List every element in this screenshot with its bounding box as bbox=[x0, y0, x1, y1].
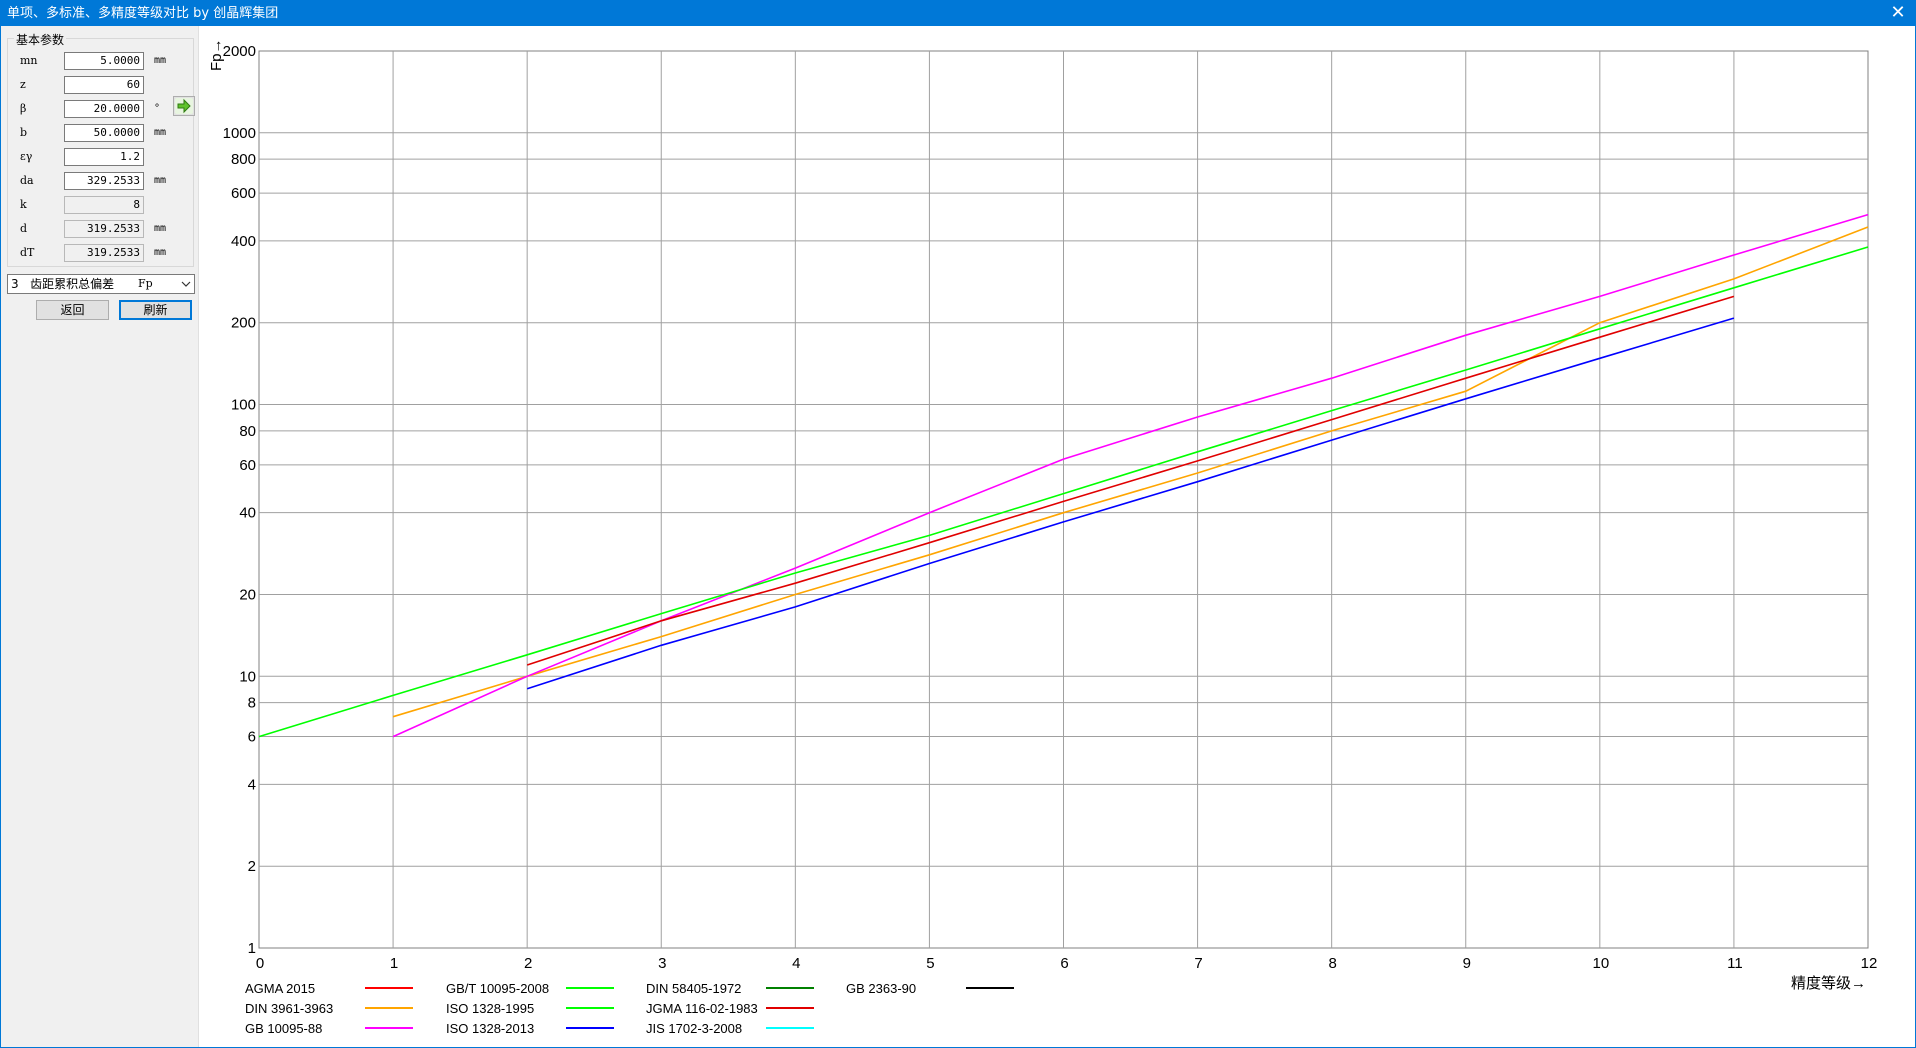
legend-label: GB/T 10095-2008 bbox=[446, 981, 549, 996]
back-button[interactable]: 返回 bbox=[36, 300, 109, 320]
y-tick-label: 80 bbox=[239, 423, 256, 440]
close-icon[interactable]: ✕ bbox=[1881, 1, 1915, 26]
x-tick-label: 2 bbox=[524, 955, 532, 972]
group-title: 基本参数 bbox=[14, 31, 67, 48]
param-input[interactable]: 50.0000 bbox=[64, 124, 144, 142]
param-input: 319.2533 bbox=[64, 220, 144, 238]
x-tick-label: 6 bbox=[1060, 955, 1068, 972]
param-input[interactable]: 5.0000 bbox=[64, 52, 144, 70]
param-label: b bbox=[20, 126, 28, 139]
y-tick-label: 60 bbox=[239, 457, 256, 474]
x-tick-label: 10 bbox=[1592, 955, 1609, 972]
window-title: 单项、多标准、多精度等级对比 by 创晶辉集团 bbox=[7, 6, 279, 21]
param-label: mn bbox=[20, 54, 38, 67]
param-label: εγ bbox=[20, 150, 33, 163]
deviation-select-label: 齿距累积总偏差 bbox=[30, 277, 115, 291]
refresh-button[interactable]: 刷新 bbox=[119, 300, 192, 320]
app-window: 单项、多标准、多精度等级对比 by 创晶辉集团 ✕ 基本参数 mn 5.0000 m… bbox=[0, 0, 1916, 1048]
param-row: z 60 bbox=[8, 76, 195, 96]
y-tick-label: 1000 bbox=[223, 125, 256, 142]
y-tick-label: 100 bbox=[231, 397, 256, 414]
legend-label: GB 10095-88 bbox=[245, 1021, 322, 1036]
x-tick-label: 11 bbox=[1727, 955, 1743, 972]
basic-params-group: 基本参数 mn 5.0000 mm z 60 β 20.0000 ° b 50.0000 mm εγ 1… bbox=[7, 31, 195, 267]
param-label: z bbox=[20, 78, 26, 91]
legend-label: DIN 58405-1972 bbox=[646, 981, 741, 996]
y-tick-label: 4 bbox=[248, 776, 256, 793]
y-axis-label: Fp→ bbox=[208, 38, 225, 71]
deviation-select-code: Fp bbox=[138, 277, 153, 290]
param-row: εγ 1.2 bbox=[8, 148, 195, 168]
x-tick-label: 12 bbox=[1861, 955, 1878, 972]
x-tick-label: 0 bbox=[256, 955, 264, 972]
param-row: k8 bbox=[8, 196, 195, 216]
legend-label: JIS 1702-3-2008 bbox=[646, 1021, 742, 1036]
legend-label: ISO 1328-2013 bbox=[446, 1021, 534, 1036]
legend-label: GB 2363-90 bbox=[846, 981, 916, 996]
y-tick-label: 2 bbox=[248, 858, 256, 875]
y-tick-label: 200 bbox=[231, 315, 256, 332]
y-tick-label: 20 bbox=[239, 586, 256, 603]
param-input[interactable]: 20.0000 bbox=[64, 100, 144, 118]
precision-chart: 0 1 2 3 4 5 6 7 8 9 10 11 12124681020406080100200400… bbox=[208, 38, 1878, 1036]
param-input: 319.2533 bbox=[64, 244, 144, 262]
y-tick-label: 10 bbox=[239, 668, 256, 685]
x-axis-label: 精度等级→ bbox=[1791, 974, 1866, 992]
param-unit: mm bbox=[154, 55, 167, 66]
y-tick-label: 2000 bbox=[223, 43, 256, 60]
legend-label: JGMA 116-02-1983 bbox=[646, 1001, 758, 1016]
x-tick-label: 3 bbox=[658, 955, 666, 972]
param-row: mn 5.0000 mm bbox=[8, 52, 195, 72]
param-row: β 20.0000 ° bbox=[8, 100, 195, 120]
y-tick-label: 40 bbox=[239, 505, 256, 522]
y-tick-label: 8 bbox=[248, 695, 256, 712]
param-unit: ° bbox=[154, 103, 161, 114]
param-unit: mm bbox=[154, 127, 167, 138]
y-tick-label: 600 bbox=[231, 185, 256, 202]
param-label: da bbox=[20, 174, 34, 187]
param-row: d 319.2533 mm bbox=[8, 220, 195, 240]
param-input[interactable]: 329.2533 bbox=[64, 172, 144, 190]
y-tick-label: 1 bbox=[248, 940, 256, 957]
apply-arrow-button[interactable] bbox=[173, 96, 195, 116]
param-label: d bbox=[20, 222, 28, 235]
legend-label: AGMA 2015 bbox=[245, 981, 315, 996]
parameter-panel: 基本参数 mn 5.0000 mm z 60 β 20.0000 ° b 50.0000 mm εγ 1… bbox=[1, 26, 199, 1047]
x-tick-label: 1 bbox=[390, 955, 398, 972]
legend-label: DIN 3961-3963 bbox=[245, 1001, 333, 1016]
param-unit: mm bbox=[154, 247, 167, 258]
y-tick-label: 400 bbox=[231, 233, 256, 250]
param-row: da 329.2533 mm bbox=[8, 172, 195, 192]
param-label: dT bbox=[20, 246, 35, 259]
param-input[interactable]: 60 bbox=[64, 76, 144, 94]
param-label: k bbox=[20, 198, 27, 211]
x-tick-label: 9 bbox=[1463, 955, 1471, 972]
param-unit: mm bbox=[154, 175, 167, 186]
legend-label: ISO 1328-1995 bbox=[446, 1001, 534, 1016]
x-tick-label: 4 bbox=[792, 955, 800, 972]
param-input: 8 bbox=[64, 196, 144, 214]
x-tick-label: 7 bbox=[1194, 955, 1202, 972]
y-tick-label: 800 bbox=[231, 151, 256, 168]
deviation-select-index: 3 bbox=[11, 277, 19, 291]
y-tick-label: 6 bbox=[248, 729, 256, 746]
arrow-right-icon bbox=[175, 98, 193, 114]
param-row: dT 319.2533 mm bbox=[8, 244, 195, 264]
title-bar: 单项、多标准、多精度等级对比 by 创晶辉集团 ✕ bbox=[1, 1, 1915, 26]
x-tick-label: 5 bbox=[926, 955, 934, 972]
param-input[interactable]: 1.2 bbox=[64, 148, 144, 166]
param-label: β bbox=[20, 102, 27, 115]
param-row: b 50.0000 mm bbox=[8, 124, 195, 144]
x-tick-label: 8 bbox=[1328, 955, 1336, 972]
chevron-down-icon bbox=[181, 275, 191, 300]
deviation-select[interactable]: 3 齿距累积总偏差 Fp bbox=[7, 274, 195, 294]
param-unit: mm bbox=[154, 223, 167, 234]
